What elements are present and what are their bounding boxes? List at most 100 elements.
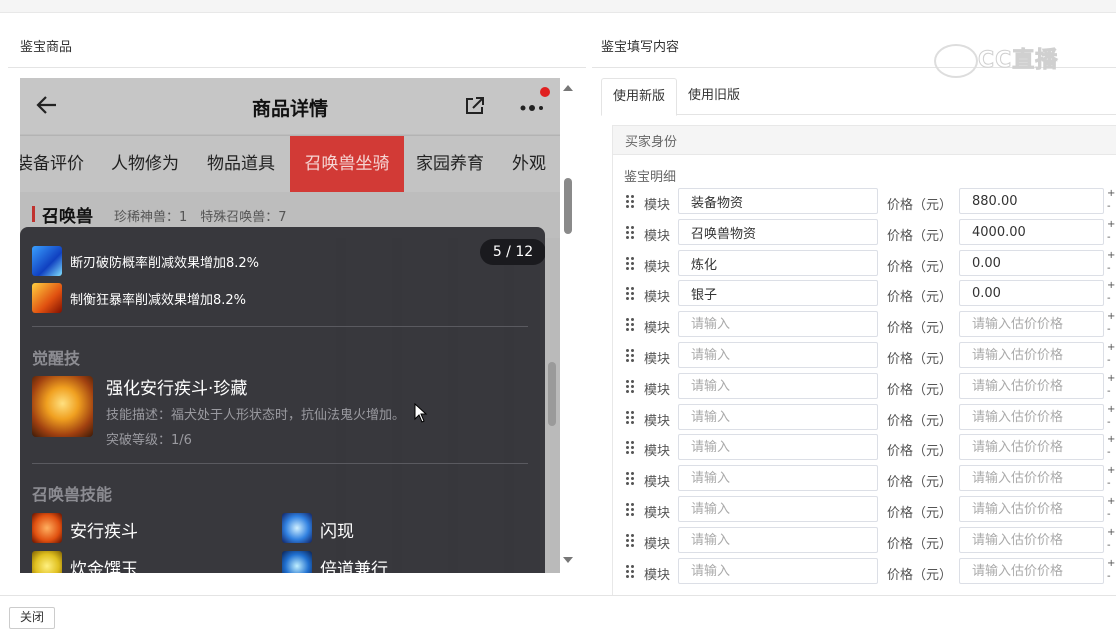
- more-icon[interactable]: [517, 94, 547, 120]
- watermark-icon: [934, 44, 978, 78]
- tab-items[interactable]: 物品道具: [207, 136, 275, 192]
- remove-row-button[interactable]: -: [1107, 541, 1111, 551]
- drag-handle-icon[interactable]: [626, 318, 636, 332]
- module-label: 模块: [644, 321, 671, 336]
- add-row-button[interactable]: +: [1107, 405, 1115, 415]
- drag-handle-icon[interactable]: [626, 411, 636, 425]
- price-input[interactable]: [959, 250, 1104, 276]
- price-input[interactable]: [959, 280, 1104, 306]
- module-label: 模块: [644, 383, 671, 398]
- awaken-skill-name: 强化安行疾斗·珍藏: [106, 379, 248, 399]
- add-row-button[interactable]: +: [1107, 189, 1115, 199]
- row-stepper: + -: [1105, 373, 1116, 399]
- price-input[interactable]: [959, 434, 1104, 460]
- tab-summons[interactable]: 召唤兽坐骑: [290, 136, 404, 192]
- price-input[interactable]: [959, 496, 1104, 522]
- module-name-input[interactable]: [678, 250, 878, 276]
- module-name-input[interactable]: [678, 280, 878, 306]
- awaken-section-title: 觉醒技: [32, 349, 81, 368]
- module-name-input[interactable]: [678, 188, 878, 214]
- price-input[interactable]: [959, 527, 1104, 553]
- module-name-input[interactable]: [678, 342, 878, 368]
- scroll-up-arrow-icon[interactable]: [563, 85, 573, 91]
- fire-icon: [32, 283, 62, 313]
- drag-handle-icon[interactable]: [626, 349, 636, 363]
- drag-handle-icon[interactable]: [626, 380, 636, 394]
- module-name-input[interactable]: [678, 496, 878, 522]
- add-row-button[interactable]: +: [1107, 559, 1115, 569]
- preview-scrollbar[interactable]: [564, 178, 572, 234]
- remove-row-button[interactable]: -: [1107, 294, 1111, 304]
- module-name-input[interactable]: [678, 434, 878, 460]
- price-input[interactable]: [959, 373, 1104, 399]
- add-row-button[interactable]: +: [1107, 312, 1115, 322]
- pet-skill-name: 倍道兼行: [320, 560, 388, 573]
- module-name-input[interactable]: [678, 465, 878, 491]
- module-label: 模块: [644, 568, 671, 583]
- remove-row-button[interactable]: -: [1107, 264, 1111, 274]
- remove-row-button[interactable]: -: [1107, 233, 1111, 243]
- drag-handle-icon[interactable]: [626, 195, 636, 209]
- scroll-down-arrow-icon[interactable]: [563, 557, 573, 563]
- module-label: 模块: [644, 414, 671, 429]
- price-input[interactable]: [959, 558, 1104, 584]
- module-name-input[interactable]: [678, 219, 878, 245]
- drag-handle-icon[interactable]: [626, 565, 636, 579]
- module-name-input[interactable]: [678, 404, 878, 430]
- add-row-button[interactable]: +: [1107, 220, 1115, 230]
- close-button[interactable]: 关闭: [9, 607, 56, 629]
- tab-old-version[interactable]: 使用旧版: [677, 78, 751, 114]
- add-row-button[interactable]: +: [1107, 528, 1115, 538]
- right-section-title: 鉴宝填写内容: [601, 40, 680, 55]
- remove-row-button[interactable]: -: [1107, 479, 1111, 489]
- drag-handle-icon[interactable]: [626, 257, 636, 271]
- add-row-button[interactable]: +: [1107, 374, 1115, 384]
- module-name-input[interactable]: [678, 558, 878, 584]
- price-label: 价格（元）: [887, 198, 953, 213]
- left-section-title: 鉴宝商品: [20, 40, 73, 55]
- remove-row-button[interactable]: -: [1107, 202, 1111, 212]
- tab-new-version[interactable]: 使用新版: [601, 78, 678, 116]
- price-input[interactable]: [959, 219, 1104, 245]
- remove-row-button[interactable]: -: [1107, 356, 1111, 366]
- add-row-button[interactable]: +: [1107, 281, 1115, 291]
- add-row-button[interactable]: +: [1107, 343, 1115, 353]
- drag-handle-icon[interactable]: [626, 226, 636, 240]
- skill-icon: [282, 513, 312, 543]
- tab-appearance[interactable]: 外观: [512, 136, 546, 192]
- share-icon[interactable]: [462, 93, 488, 119]
- price-input[interactable]: [959, 188, 1104, 214]
- tab-home[interactable]: 家园养育: [416, 136, 484, 192]
- tab-equipment[interactable]: 装备评价: [20, 136, 84, 192]
- drag-handle-icon[interactable]: [626, 534, 636, 548]
- module-name-input[interactable]: [678, 373, 878, 399]
- remove-row-button[interactable]: -: [1107, 572, 1111, 582]
- add-row-button[interactable]: +: [1107, 466, 1115, 476]
- tab-cultivation[interactable]: 人物修为: [111, 136, 179, 192]
- remove-row-button[interactable]: -: [1107, 448, 1111, 458]
- module-name-input[interactable]: [678, 311, 878, 337]
- add-row-button[interactable]: +: [1107, 251, 1115, 261]
- drag-handle-icon[interactable]: [626, 503, 636, 517]
- remove-row-button[interactable]: -: [1107, 387, 1111, 397]
- summon-title: 召唤兽: [42, 207, 93, 227]
- price-input[interactable]: [959, 465, 1104, 491]
- detail-row: 模块价格（元）+-: [624, 188, 1116, 216]
- overlay-scrollbar[interactable]: [548, 362, 556, 426]
- price-input[interactable]: [959, 311, 1104, 337]
- remove-row-button[interactable]: -: [1107, 325, 1111, 335]
- drag-handle-icon[interactable]: [626, 472, 636, 486]
- price-input[interactable]: [959, 342, 1104, 368]
- price-label: 价格（元）: [887, 444, 953, 459]
- drag-handle-icon[interactable]: [626, 441, 636, 455]
- price-label: 价格（元）: [887, 290, 953, 305]
- add-row-button[interactable]: +: [1107, 497, 1115, 507]
- version-tabs: 使用新版 使用旧版: [601, 78, 1116, 116]
- module-name-input[interactable]: [678, 527, 878, 553]
- remove-row-button[interactable]: -: [1107, 418, 1111, 428]
- remove-row-button[interactable]: -: [1107, 510, 1111, 520]
- drag-handle-icon[interactable]: [626, 287, 636, 301]
- add-row-button[interactable]: +: [1107, 435, 1115, 445]
- price-input[interactable]: [959, 404, 1104, 430]
- buyer-identity-header[interactable]: 买家身份: [612, 125, 1116, 155]
